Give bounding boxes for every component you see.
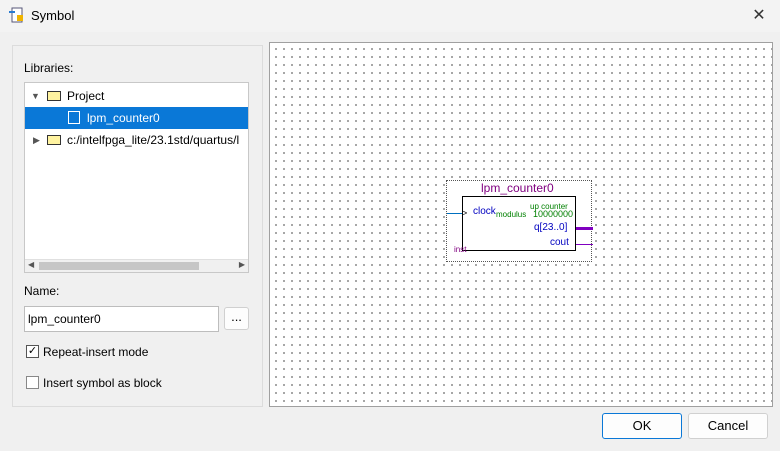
insert-as-block-label: Insert symbol as block [43, 376, 162, 390]
repeat-insert-label: Repeat-insert mode [43, 345, 149, 359]
clock-port: clock [473, 206, 496, 217]
repeat-insert-checkbox[interactable]: ✓ [26, 345, 39, 358]
title-bar: Symbol ✕ [0, 0, 780, 32]
horizontal-scrollbar[interactable]: ◀ ▶ [25, 259, 248, 272]
libraries-tree[interactable]: ▼ Project lpm_counter0 ▶ c:/intelfpga_li… [24, 82, 249, 273]
symbol-app-icon [9, 7, 23, 23]
scroll-right-icon[interactable]: ▶ [239, 260, 245, 269]
tree-item-lpm-counter0[interactable]: lpm_counter0 [25, 107, 248, 129]
libraries-label: Libraries: [24, 61, 74, 75]
q-port: q[23..0] [534, 222, 568, 233]
close-icon[interactable]: ✕ [740, 2, 778, 30]
name-input[interactable]: lpm_counter0 [24, 306, 219, 332]
cout-wire [576, 244, 593, 245]
symbol-block: lpm_counter0 > clock up counter modulus … [446, 180, 593, 262]
tree-item-library-path[interactable]: ▶ c:/intelfpga_lite/23.1std/quartus/l [25, 129, 248, 151]
expand-icon[interactable]: ▼ [31, 85, 40, 107]
insert-as-block-checkbox[interactable] [26, 376, 39, 389]
tree-item-label: lpm_counter0 [87, 111, 160, 125]
tree-item-label: Project [67, 89, 105, 103]
symbol-file-icon [68, 111, 80, 124]
q-bus-wire [576, 227, 593, 230]
modulus-value: 10000000 [533, 209, 574, 219]
name-label: Name: [24, 284, 60, 298]
scroll-left-icon[interactable]: ◀ [28, 260, 34, 269]
scrollbar-thumb[interactable] [39, 262, 199, 270]
ok-button[interactable]: OK [602, 413, 682, 439]
collapse-icon[interactable]: ▶ [33, 129, 40, 151]
cancel-button[interactable]: Cancel [688, 413, 768, 439]
clock-triangle-icon: > [462, 208, 468, 218]
tree-item-label: c:/intelfpga_lite/23.1std/quartus/l [67, 133, 240, 147]
instance-name: inst [454, 245, 467, 254]
symbol-title: lpm_counter0 [481, 181, 554, 195]
clock-wire [447, 213, 462, 214]
window-title: Symbol [31, 8, 75, 23]
modulus-label: modulus [496, 210, 527, 219]
folder-icon [47, 135, 61, 145]
symbol-preview: lpm_counter0 > clock up counter modulus … [269, 42, 773, 407]
folder-open-icon [47, 91, 61, 101]
tree-item-project[interactable]: ▼ Project [25, 85, 248, 107]
cout-port: cout [550, 237, 569, 248]
browse-button[interactable]: ... [224, 307, 249, 330]
